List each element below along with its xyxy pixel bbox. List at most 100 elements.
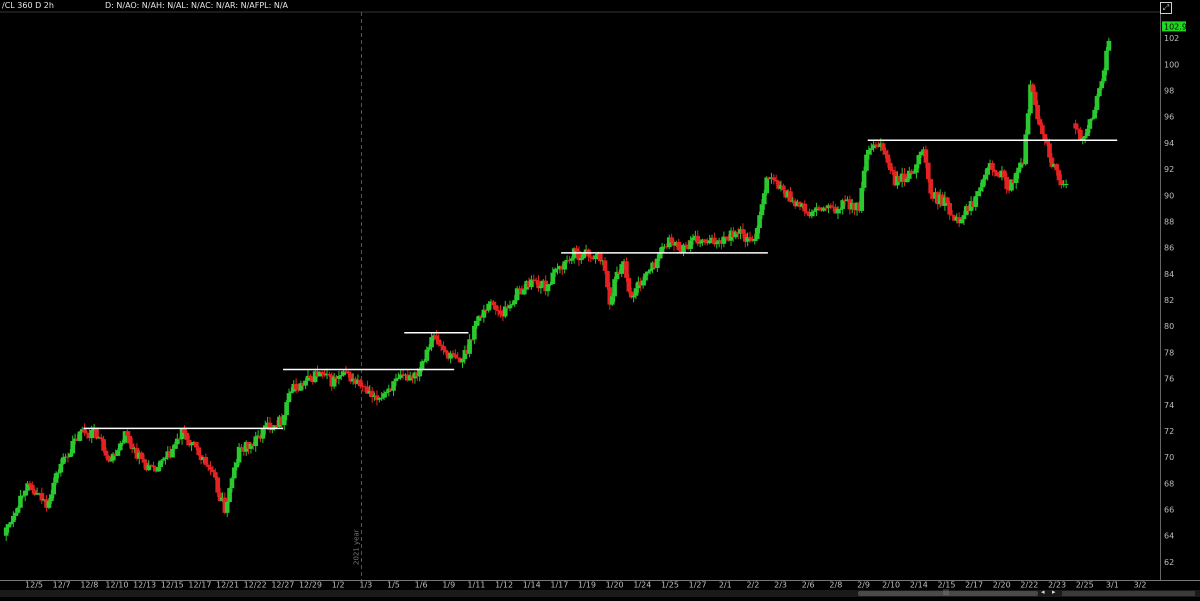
candle-body — [911, 172, 917, 174]
chart-canvas[interactable]: 2021 year 62 64 66 68 70 72 74 76 78 80 82 84 86 88 90… — [0, 0, 1200, 597]
candle-body — [125, 431, 130, 436]
y-tick-label: 70 — [1164, 453, 1174, 462]
candle-body — [816, 207, 822, 209]
candle-body — [702, 239, 708, 242]
y-tick-label: 86 — [1164, 244, 1174, 253]
y-tick-label: 98 — [1164, 87, 1174, 96]
candle-body — [588, 256, 594, 258]
candle-body — [1087, 119, 1093, 129]
scroll-left-icon[interactable]: ◂ — [1041, 588, 1045, 596]
candle-body — [923, 149, 929, 163]
candle-body — [141, 459, 147, 463]
x-tick-label: 12/10 — [105, 581, 128, 590]
candle-body — [286, 393, 292, 403]
candle-body — [393, 378, 399, 382]
candle-body — [229, 478, 235, 489]
candle-body — [472, 325, 477, 340]
candle-body — [474, 320, 480, 326]
x-tick-label: 12/7 — [53, 581, 71, 590]
candle-body — [213, 472, 218, 478]
candle-body — [714, 242, 720, 245]
y-tick-label: 96 — [1164, 113, 1174, 122]
x-tick-label: 1/12 — [495, 581, 513, 590]
x-tick-label: 2/3 — [774, 581, 787, 590]
candle-body — [284, 402, 289, 416]
candle-body — [381, 393, 387, 398]
price-chart[interactable]: 2021 year 62 64 66 68 70 72 74 76 78 80 82 84 86 88 90… — [0, 0, 1200, 597]
candle-body — [947, 203, 952, 215]
candle-body — [975, 191, 981, 197]
candle-body — [498, 310, 503, 315]
zoom-track[interactable] — [1062, 591, 1195, 596]
candle-body — [51, 482, 57, 495]
y-tick-label: 74 — [1164, 401, 1174, 410]
y-tick-label: 80 — [1164, 322, 1174, 331]
candle-body — [120, 442, 125, 444]
candle-body — [721, 236, 727, 244]
candle-body — [548, 284, 553, 286]
expand-icon[interactable]: ⤢ — [1160, 2, 1172, 14]
candle-body — [196, 447, 202, 456]
y-tick-label: 84 — [1164, 270, 1174, 279]
x-tick-label: 12/27 — [271, 581, 294, 590]
candle-body — [227, 488, 232, 502]
candle-body — [605, 270, 610, 288]
candle-body — [434, 335, 439, 340]
candle-body — [58, 463, 64, 473]
candle-body — [1030, 84, 1036, 92]
candle-body — [740, 229, 746, 234]
candle-body — [802, 203, 808, 212]
x-tick-label: 1/3 — [359, 581, 372, 590]
candle-body — [98, 437, 104, 440]
candle-body — [1025, 113, 1031, 135]
y-tick-label: 66 — [1164, 506, 1174, 515]
candle-body — [208, 466, 213, 470]
candle-body — [160, 459, 166, 461]
candle-body — [289, 391, 294, 394]
candle-body — [781, 185, 786, 190]
candle-body — [609, 296, 615, 305]
candle-body — [512, 300, 518, 305]
candle-body — [752, 238, 758, 242]
candle-body — [1047, 143, 1052, 158]
candle-body — [18, 495, 23, 508]
candle-body — [391, 381, 396, 391]
candle-body — [688, 240, 693, 249]
horizontal-scrollbar[interactable]: ||| ◂ ▸ — [0, 588, 1200, 597]
candle-body — [101, 439, 106, 451]
candle-body — [384, 391, 389, 394]
candle-body — [1082, 136, 1088, 139]
candle-body — [1044, 141, 1050, 144]
x-tick-label: 2/14 — [910, 581, 928, 590]
candle-body — [973, 196, 979, 207]
candle-body — [139, 452, 144, 460]
y-tick-label: 68 — [1164, 479, 1174, 488]
candle-body — [189, 443, 194, 446]
candle-body — [60, 457, 66, 464]
candle-body — [707, 240, 712, 244]
candle-body — [253, 436, 259, 447]
x-tick-label: 1/27 — [689, 581, 707, 590]
candle-body — [210, 469, 216, 473]
symbol-label[interactable]: /CL 360 D 2h — [2, 1, 54, 10]
candle-body — [764, 177, 769, 194]
candle-body — [562, 261, 567, 270]
candle-body — [928, 179, 933, 194]
candle-body — [70, 441, 76, 454]
candle-body — [20, 495, 26, 497]
x-tick-label: 12/29 — [299, 581, 322, 590]
candle-body — [215, 477, 221, 493]
candle-body — [303, 380, 308, 386]
candle-body — [811, 210, 817, 212]
candle-body — [647, 269, 653, 272]
candle-body — [77, 431, 83, 441]
candle-body — [983, 174, 988, 180]
candle-body — [396, 377, 401, 379]
candle-body — [773, 179, 779, 182]
candle-body — [859, 187, 865, 211]
candle-body — [914, 164, 919, 173]
scroll-right-icon[interactable]: ▸ — [1052, 588, 1056, 596]
x-tick-label: 1/2 — [332, 581, 345, 590]
candle-body — [13, 512, 19, 516]
candle-body — [1089, 118, 1095, 120]
